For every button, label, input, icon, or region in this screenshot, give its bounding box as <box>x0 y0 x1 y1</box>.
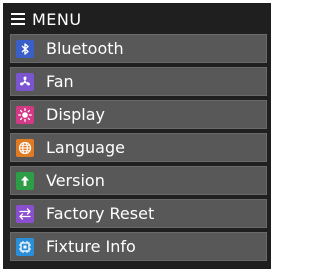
menu-item-label: Language <box>46 138 125 157</box>
menu-item-label: Factory Reset <box>46 204 155 223</box>
menu-item-language[interactable]: Language <box>10 133 267 162</box>
menu-item-bluetooth[interactable]: Bluetooth <box>10 34 267 63</box>
menu-item-label: Display <box>46 105 105 124</box>
menu-item-version[interactable]: Version <box>10 166 267 195</box>
language-icon <box>16 138 34 157</box>
menu-icon <box>11 13 25 25</box>
menu-title: MENU <box>32 9 82 29</box>
info-icon <box>16 237 34 256</box>
menu-list: Bluetooth Fan Display Language Version F… <box>10 34 267 261</box>
version-icon <box>16 171 34 190</box>
menu-item-display[interactable]: Display <box>10 100 267 129</box>
menu-item-fixture-info[interactable]: Fixture Info <box>10 232 267 261</box>
menu-item-label: Fixture Info <box>46 237 136 256</box>
menu-item-label: Bluetooth <box>46 39 124 58</box>
display-icon <box>16 105 34 124</box>
menu-item-fan[interactable]: Fan <box>10 67 267 96</box>
bluetooth-icon <box>16 39 34 58</box>
fan-icon <box>16 72 34 91</box>
menu-item-label: Version <box>46 171 105 190</box>
menu-item-factory-reset[interactable]: Factory Reset <box>10 199 267 228</box>
menu-item-label: Fan <box>46 72 74 91</box>
menu-panel: MENU Bluetooth Fan Display Language Vers… <box>3 3 271 269</box>
reset-icon <box>16 204 34 223</box>
menu-header: MENU <box>10 6 267 32</box>
